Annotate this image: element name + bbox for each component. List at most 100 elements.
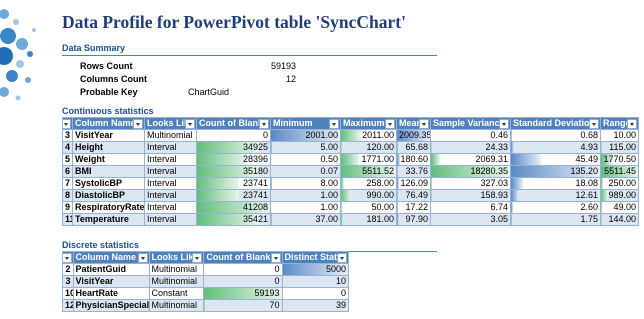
row-number: 10	[62, 287, 74, 300]
header-cell[interactable]: Distinct States	[281, 251, 349, 264]
header-cell[interactable]: Range	[600, 117, 639, 130]
header-cell[interactable]: Count of Blanks	[196, 117, 271, 130]
count-of-blanks-cell: 23741	[196, 189, 271, 202]
distinct-states-cell: 39	[281, 299, 349, 312]
dropdown-filter-icon[interactable]	[419, 119, 429, 129]
dropdown-filter-icon[interactable]	[499, 119, 509, 129]
cell-value: 0	[340, 288, 346, 299]
header-cell[interactable]: Mean	[396, 117, 431, 130]
column-name-cell: PhysicianSpecialty	[72, 299, 150, 312]
minimum-cell: 37.00	[270, 213, 341, 226]
table-row[interactable]: 5 Weight Interval 28396 0.50 1771.00 180.60 206…	[62, 153, 639, 166]
header-cell[interactable]: Looks Like	[148, 251, 205, 264]
mean-cell: 17.22	[396, 201, 431, 214]
header-cell[interactable]: Minimum	[270, 117, 341, 130]
range-cell: 49.00	[600, 201, 639, 214]
data-bar	[511, 202, 513, 213]
cell-value: 1771.00	[361, 154, 394, 165]
range-cell: 10.00	[600, 129, 639, 142]
standard-deviation-cell: 45.49	[510, 153, 601, 166]
standard-deviation-cell: 0.68	[510, 129, 601, 142]
dropdown-filter-icon[interactable]	[329, 119, 339, 129]
mean-cell: 97.90	[396, 213, 431, 226]
data-bar	[397, 178, 400, 189]
cell-value: 0.46	[490, 130, 508, 141]
data-bar	[431, 154, 440, 165]
table-row[interactable]: 2 PatientGuid Multinomial 0 5000	[62, 263, 349, 276]
table-row[interactable]: 7 SystolicBP Interval 23741 8.00 258.00 126.09…	[62, 177, 639, 190]
cell-value: 0.07	[320, 166, 338, 177]
data-bar	[511, 142, 515, 153]
data-bar	[431, 190, 432, 201]
looks-like-cell: Interval	[144, 213, 197, 226]
cell-value: 5000	[325, 264, 346, 275]
header-cell[interactable]: #	[62, 117, 73, 130]
dropdown-filter-icon[interactable]	[627, 119, 637, 129]
sample-variance-cell: 6.74	[430, 201, 511, 214]
cell-value: 12.61	[575, 190, 598, 201]
continuous-statistics-table: # Column Name Looks Like Count of Blanks…	[62, 117, 639, 226]
cell-value: 76.49	[405, 190, 428, 201]
count-of-blanks-cell: 0	[203, 275, 283, 288]
row-number: 7	[62, 177, 73, 190]
table-row[interactable]: 12PhysicianSpecialtyMultinomial 70 39	[62, 299, 349, 312]
row-number: 5	[62, 153, 73, 166]
row-number: 6	[62, 165, 73, 178]
header-cell[interactable]: #	[62, 251, 74, 264]
table-row[interactable]: 11TemperatureInterval 35421 37.00 181.00 97.…	[62, 213, 639, 226]
cell-value: 24.33	[485, 142, 508, 153]
header-cell[interactable]: Sample Variance	[430, 117, 511, 130]
data-bar	[601, 190, 608, 201]
cell-value: 1.00	[320, 202, 338, 213]
dropdown-filter-icon[interactable]	[589, 119, 599, 129]
header-cell[interactable]: Column Name	[72, 251, 150, 264]
cell-value: 327.03	[480, 178, 508, 189]
dropdown-filter-icon[interactable]	[63, 253, 72, 263]
table-row[interactable]: 9 RespiratoryRate Interval 41208 1.00 50.00 17…	[62, 201, 639, 214]
dropdown-filter-icon[interactable]	[337, 253, 347, 263]
dropdown-filter-icon[interactable]	[270, 253, 281, 263]
data-bar	[431, 178, 433, 189]
maximum-cell: 120.00	[340, 141, 397, 154]
row-number: 3	[62, 275, 74, 288]
dropdown-filter-icon[interactable]	[133, 119, 143, 129]
data-bar	[341, 178, 344, 189]
cell-value: 5511.45	[604, 166, 636, 177]
data-bar	[341, 154, 359, 165]
column-name-cell: Height	[72, 141, 145, 154]
decorative-bubbles-icon	[0, 9, 36, 101]
dropdown-filter-icon[interactable]	[192, 253, 203, 263]
header-cell[interactable]: Standard Deviation	[510, 117, 601, 130]
table-row[interactable]: 3 VisitYear Multinomial 0 10	[62, 275, 349, 288]
table-row[interactable]: 3 VisitYear Multinomial 0 2001.00 2011.00 2009…	[62, 129, 639, 142]
header-cell[interactable]: Looks Like	[144, 117, 197, 130]
data-bar	[271, 214, 273, 225]
dropdown-filter-icon[interactable]	[259, 119, 269, 129]
table-row[interactable]: 6 BMI Interval 35180 0.07 5511.52 33.76 18280.3…	[62, 165, 639, 178]
cell-value: 41208	[242, 202, 268, 213]
header-cell[interactable]: Count of Blanks	[203, 251, 283, 264]
cell-value: 4.93	[580, 142, 598, 153]
table-row[interactable]: 10HeartRateConstant 59193 0	[62, 287, 349, 300]
maximum-cell: 990.00	[340, 189, 397, 202]
looks-like-cell: Interval	[144, 201, 197, 214]
header-cell[interactable]: Column Name	[72, 117, 145, 130]
column-name-cell: VisitYear	[72, 129, 145, 142]
standard-deviation-cell: 12.61	[510, 189, 601, 202]
count-of-blanks-cell: 35180	[196, 165, 271, 178]
table-row[interactable]: 8 DiastolicBP Interval 23741 1.00 990.00 76.49…	[62, 189, 639, 202]
summary-label: Probable Key	[80, 87, 138, 98]
cell-value: 2.60	[580, 202, 598, 213]
header-cell[interactable]: Maximum	[340, 117, 397, 130]
data-bar	[397, 166, 398, 177]
summary-label: Rows Count	[80, 61, 133, 71]
page-title: Data Profile for PowerPivot table 'SyncC…	[62, 12, 406, 32]
dropdown-filter-icon[interactable]	[185, 119, 195, 129]
dropdown-filter-icon[interactable]	[63, 119, 71, 129]
cell-value: 990.00	[366, 190, 394, 201]
dropdown-filter-icon[interactable]	[385, 119, 395, 129]
dropdown-filter-icon[interactable]	[137, 253, 148, 263]
column-name-cell: RespiratoryRate	[72, 201, 145, 214]
table-row[interactable]: 4 Height Interval 34925 5.00 120.00 65.68 24.33…	[62, 141, 639, 154]
cell-value: 158.93	[480, 190, 508, 201]
